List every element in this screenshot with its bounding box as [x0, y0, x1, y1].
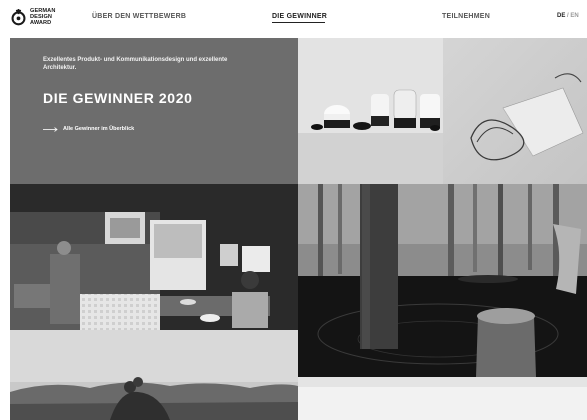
forest-installation-photo — [298, 184, 587, 377]
field-photo — [10, 330, 298, 420]
all-winners-link[interactable]: Alle Gewinner im Überblick — [43, 126, 134, 132]
language-switcher: DE / EN — [557, 13, 579, 19]
hero-title: DIE GEWINNER 2020 — [43, 90, 193, 106]
german-design-award-logo[interactable]: GERMAN DESIGN AWARD — [10, 8, 55, 26]
active-nav-underline — [272, 22, 325, 23]
winner-image-bottom[interactable] — [298, 377, 587, 420]
hero-panel: Exzellentes Produkt- und Kommunikationsd… — [10, 38, 298, 184]
site-header: GERMAN DESIGN AWARD ÜBER DEN WETTBEWERB … — [0, 0, 587, 38]
nav-wettbewerb[interactable]: ÜBER DEN WETTBEWERB — [92, 13, 186, 20]
bag-photo — [443, 38, 587, 184]
bottom-photo — [298, 377, 587, 420]
logo-line-3: AWARD — [30, 20, 52, 26]
lang-separator: / — [567, 13, 569, 19]
winner-image-kitchen[interactable] — [10, 184, 298, 330]
lang-en[interactable]: EN — [570, 13, 578, 19]
award-emblem-icon — [11, 8, 26, 25]
all-winners-link-label: Alle Gewinner im Überblick — [63, 126, 135, 132]
winner-image-field[interactable] — [10, 330, 298, 420]
hero-subtitle: Exzellentes Produkt- und Kommunikationsd… — [43, 57, 228, 71]
lang-de[interactable]: DE — [557, 13, 565, 19]
winner-image-lamps[interactable] — [298, 38, 443, 184]
kitchen-photo — [10, 184, 298, 330]
winner-image-bag[interactable] — [443, 38, 587, 184]
nav-teilnehmen[interactable]: TEILNEHMEN — [442, 13, 490, 20]
winner-image-forest-installation[interactable] — [298, 184, 587, 377]
lamps-photo — [298, 38, 443, 184]
logo-wordmark: GERMAN DESIGN AWARD — [30, 8, 55, 26]
nav-gewinner[interactable]: DIE GEWINNER — [272, 13, 327, 20]
arrow-right-icon — [43, 126, 58, 132]
